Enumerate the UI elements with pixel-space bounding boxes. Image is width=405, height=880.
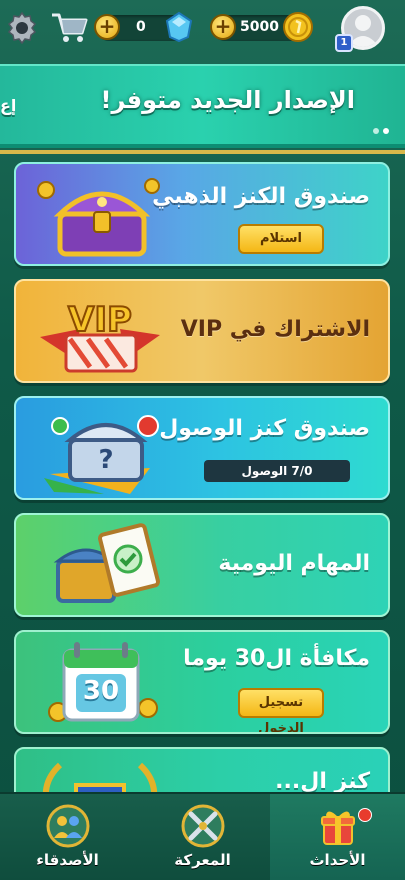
svg-text:?: ?: [98, 445, 113, 475]
coin-balance: + 5000: [210, 12, 313, 42]
treasure-chest-icon: [37, 178, 160, 257]
coin-count: 5000: [240, 19, 279, 35]
vip-subscription-card[interactable]: VIP الاشتراك في VIP: [14, 279, 390, 383]
calendar-day-number: 30: [82, 676, 120, 706]
thirty-day-reward-card[interactable]: 30 مكافأة ال30 يوما تسجيل الدخول: [14, 630, 390, 734]
coin-icon: [283, 12, 313, 42]
player-level-badge: 1: [335, 34, 353, 52]
nav-battle-label: المعركة: [174, 851, 231, 869]
thirty-day-title: مكافأة ال30 يوما: [183, 646, 370, 671]
vip-title: الاشتراك في VIP: [180, 317, 370, 342]
next-event-title: كنز ال...: [275, 769, 370, 794]
nav-events-label: الأحداث: [309, 851, 366, 869]
next-banner-peek: إع: [0, 96, 17, 115]
arrival-chest-card[interactable]: ? صندوق كنز الوصول 7/0 الوصول: [14, 396, 390, 500]
announcement-banner[interactable]: إع الإصدار الجديد متوفر!: [0, 64, 405, 148]
shop-cart-icon[interactable]: [50, 11, 90, 45]
nav-battle[interactable]: المعركة: [135, 794, 270, 880]
gem-balance: + 0: [94, 11, 193, 43]
claim-button[interactable]: استلام: [238, 224, 324, 254]
pagination-dot: [373, 128, 379, 134]
banner-title: الإصدار الجديد متوفر!: [100, 86, 355, 114]
daily-tasks-title: المهام اليومية: [218, 551, 370, 576]
pagination-dot-active: [383, 128, 389, 134]
friends-icon: [46, 804, 90, 848]
nav-friends[interactable]: الأصدقاء: [0, 794, 135, 880]
add-coins-button[interactable]: +: [210, 14, 236, 40]
vip-gift-icon: VIP: [40, 299, 160, 373]
bottom-navigation: الأصدقاء المعركة الأحداث: [0, 792, 405, 880]
gift-box-icon: [321, 811, 355, 845]
nav-friends-label: الأصدقاء: [36, 851, 99, 869]
golden-chest-title: صندوق الكنز الذهبي: [152, 184, 370, 209]
mystery-chest-icon: ?: [44, 415, 159, 494]
events-notification-dot: [358, 808, 372, 822]
gem-icon: [165, 11, 193, 43]
player-avatar[interactable]: 1: [335, 6, 389, 54]
login-checkin-button[interactable]: تسجيل الدخول: [238, 688, 324, 732]
gem-count: 0: [136, 19, 146, 35]
crossed-swords-icon: [181, 804, 225, 848]
golden-chest-card[interactable]: صندوق الكنز الذهبي استلام: [14, 162, 390, 266]
add-gems-button[interactable]: +: [94, 14, 120, 40]
banner-divider: [0, 150, 405, 154]
banner-pagination: [369, 119, 389, 138]
arrival-chest-title: صندوق كنز الوصول: [159, 416, 370, 441]
arrival-progress-bar: 7/0 الوصول: [204, 460, 350, 482]
daily-tasks-card[interactable]: المهام اليومية: [14, 513, 390, 617]
nav-events[interactable]: الأحداث: [270, 794, 405, 880]
svg-text:VIP: VIP: [68, 300, 132, 340]
top-bar: + 0 + 5000 1: [0, 0, 405, 58]
settings-gear-icon[interactable]: [4, 10, 40, 46]
task-clipboard-icon: [53, 523, 160, 603]
